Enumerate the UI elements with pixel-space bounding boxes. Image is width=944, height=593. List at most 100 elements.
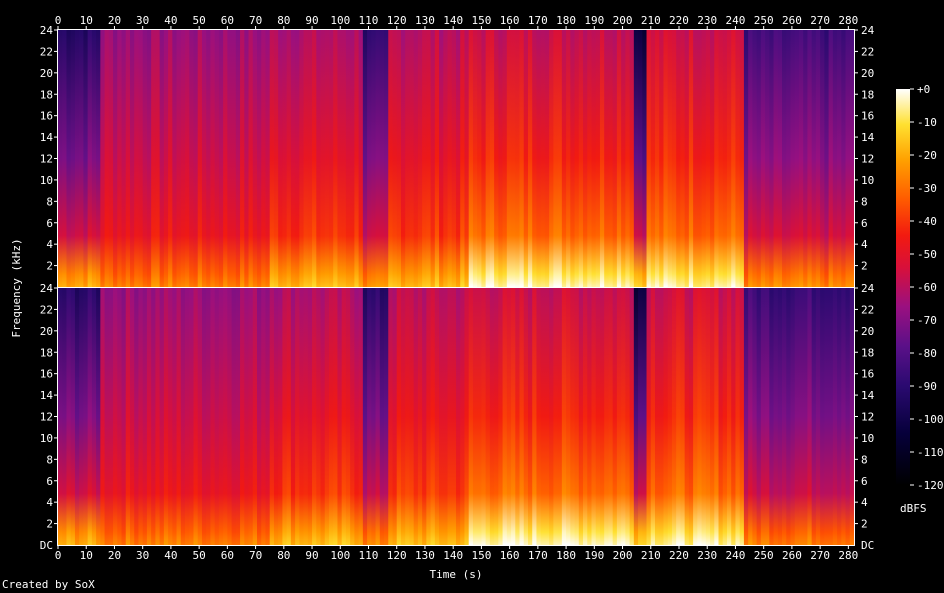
y-tick-label-right: 6 <box>861 475 868 488</box>
spectrum-column <box>307 288 313 545</box>
spectrum-column <box>430 30 436 287</box>
spectrum-column <box>481 30 487 287</box>
spectrum-column <box>409 288 415 545</box>
x-tick-label-top: 60 <box>221 14 234 27</box>
spectrum-column <box>511 288 516 545</box>
spectrum-column <box>303 30 309 287</box>
y-tick-label-right: 6 <box>861 217 868 230</box>
x-tick-label-bottom: 100 <box>330 549 350 562</box>
spectrum-column <box>261 30 267 287</box>
y-tick-label-right: 4 <box>861 496 868 509</box>
spectrum-column <box>307 30 313 287</box>
x-tick-label-bottom: 130 <box>415 549 435 562</box>
x-tick-label-top: 200 <box>613 14 633 27</box>
spectrum-column <box>282 288 288 545</box>
spectrum-column <box>591 30 597 287</box>
spectrum-column <box>396 288 402 545</box>
spectrum-column <box>193 30 199 287</box>
x-tick-label-top: 120 <box>387 14 407 27</box>
spectrum-column <box>790 30 796 287</box>
x-axis-label: Time (s) <box>430 568 483 581</box>
x-tick-label-top: 110 <box>359 14 379 27</box>
spectrum-column <box>299 288 305 545</box>
spectrum-column <box>248 288 254 545</box>
spectrum-column <box>578 30 584 287</box>
spectrum-column <box>100 30 106 287</box>
spectrum-column <box>693 30 698 287</box>
x-tick-label-bottom: 30 <box>136 549 149 562</box>
spectrum-column <box>269 30 275 287</box>
spectrum-column <box>201 288 207 545</box>
x-tick-label-bottom: 270 <box>810 549 830 562</box>
spectrum-column <box>544 288 550 545</box>
y-tick-label-right: 12 <box>861 153 874 166</box>
spectrum-column <box>671 288 677 545</box>
spectrum-column <box>244 288 250 545</box>
spectrum-column <box>79 30 84 287</box>
x-tick-label-top: 0 <box>55 14 62 27</box>
spectrum-column <box>583 30 588 287</box>
y-tick-label-left: 8 <box>46 453 53 466</box>
spectrum-column <box>265 30 271 287</box>
spectrum-column <box>671 30 677 287</box>
x-tick-label-top: 150 <box>471 14 491 27</box>
spectrum-column <box>316 288 322 545</box>
spectrum-column <box>252 288 258 545</box>
spectrum-column <box>333 288 339 545</box>
spectrum-column <box>485 288 491 545</box>
spectrum-column <box>426 30 432 287</box>
spectrum-column <box>290 30 296 287</box>
spectrum-column <box>553 30 559 287</box>
spectrum-column <box>206 30 212 287</box>
spectrum-column <box>159 30 165 287</box>
y-tick-label-right: 22 <box>861 303 874 316</box>
spectrum-column <box>354 30 360 287</box>
spectrum-column <box>599 30 605 287</box>
spectrum-column <box>417 30 423 287</box>
spectrum-column <box>722 288 728 545</box>
spectrum-column <box>367 30 372 287</box>
spectrum-column <box>832 288 838 545</box>
y-tick-label-right: 8 <box>861 195 868 208</box>
y-tick-label-left: 4 <box>46 238 53 251</box>
spectrum-column <box>633 30 639 287</box>
spectrum-column <box>621 30 626 287</box>
spectrum-column <box>185 288 190 545</box>
spectrum-column <box>151 30 156 287</box>
spectrum-column <box>100 288 106 545</box>
spectrum-column <box>324 288 330 545</box>
spectrum-column <box>731 288 737 545</box>
dc-label-left: DC <box>40 539 53 552</box>
spectrum-column <box>257 288 262 545</box>
spectrum-column <box>451 30 457 287</box>
y-tick-label-right: 14 <box>861 131 875 144</box>
colorbar-tick-label: -80 <box>917 347 937 360</box>
x-tick-label-top: 10 <box>80 14 93 27</box>
spectrum-column <box>286 288 292 545</box>
y-tick-label-left: 6 <box>46 475 53 488</box>
spectrum-column <box>155 30 161 287</box>
spectrum-column <box>91 288 97 545</box>
spectrum-column <box>66 288 72 545</box>
y-tick-label-left: 20 <box>40 67 53 80</box>
spectrum-column <box>557 288 563 545</box>
spectrum-column <box>845 288 851 545</box>
colorbar-tick-label: -30 <box>917 182 937 195</box>
spectrum-column <box>676 288 681 545</box>
spectrum-column <box>87 288 93 545</box>
spectrum-column <box>532 288 538 545</box>
spectrum-column <box>155 288 161 545</box>
spectrum-column <box>62 288 68 545</box>
y-tick-label-right: 16 <box>861 110 874 123</box>
x-tick-label-top: 180 <box>556 14 576 27</box>
spectrum-column <box>62 30 68 287</box>
spectrum-column <box>176 30 182 287</box>
y-tick-label-left: 10 <box>40 432 53 445</box>
y-tick-label-right: 20 <box>861 325 874 338</box>
spectrum-column <box>218 288 224 545</box>
spectrum-column <box>396 30 402 287</box>
x-tick-label-bottom: 280 <box>838 549 858 562</box>
spectrum-column <box>303 288 309 545</box>
spectrum-column <box>498 30 504 287</box>
spectrum-column <box>570 288 576 545</box>
